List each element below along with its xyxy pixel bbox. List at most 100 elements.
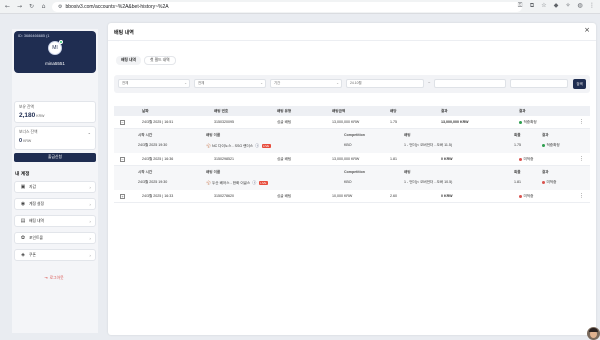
menu-kebab-icon[interactable]: ⋮ — [588, 2, 596, 10]
menu-item-bet-history[interactable]: ▤ 배팅 내역 › — [14, 215, 96, 227]
bonus-card[interactable]: 보너스 잔액 ⌄ 0KRW — [14, 126, 96, 150]
user-settings-icon: ◉ — [20, 201, 26, 207]
balance-value: 2,180 — [19, 112, 36, 119]
forward-icon[interactable]: → — [15, 2, 24, 11]
extension-icon[interactable]: ◆ — [552, 2, 560, 10]
date-from-value: 24.10월 — [350, 81, 362, 85]
period-select[interactable]: 기간 ⌄ — [270, 79, 342, 88]
logout-icon: ⇥ — [44, 275, 48, 280]
filter-select-1[interactable]: 전체 ⌄ — [118, 79, 190, 88]
col-status: 결과 — [519, 109, 526, 113]
tab-bar: 배팅 내역 첫 필드 내역 — [116, 56, 176, 65]
close-icon[interactable]: × — [584, 26, 590, 34]
back-icon[interactable]: ← — [3, 2, 12, 11]
bookmark-star-icon[interactable]: ☆ — [540, 2, 548, 10]
more-icon[interactable]: ⋮ — [579, 190, 584, 203]
row-odds: 1.81 — [390, 157, 397, 161]
tab-first-field-history[interactable]: 첫 필드 내역 — [144, 56, 176, 65]
date-from-field[interactable]: 24.10월 — [346, 79, 424, 88]
chevron-right-icon: › — [89, 252, 91, 258]
detail-match: ⚾NC 다이노스 - SSG 랜더스 ⓘ LIVE — [206, 140, 271, 152]
reload-icon[interactable]: ↻ — [27, 2, 36, 11]
status-dot — [542, 143, 545, 147]
keyword-input[interactable] — [510, 79, 568, 88]
site-info-icon[interactable]: ⚙ — [58, 4, 62, 10]
row-amount: 13,000,000 KRW — [332, 120, 360, 124]
table-header: 날짜 배팅 번호 배팅 유형 배팅금액 배당 결과 결과 — [114, 106, 590, 116]
expand-icon[interactable]: + — [120, 194, 125, 199]
filter-select-2[interactable]: 전체 ⌄ — [194, 79, 266, 88]
search-button[interactable]: 검색 — [573, 79, 586, 89]
collapse-icon[interactable]: − — [120, 157, 125, 162]
logout-button[interactable]: ⇥ 로그아웃 — [12, 275, 98, 281]
baseball-icon: ⚾ — [206, 143, 211, 148]
home-icon[interactable]: ⌂ — [39, 2, 48, 11]
status-dot — [519, 194, 522, 198]
bet-history-table: 날짜 배팅 번호 배팅 유형 배팅금액 배당 결과 결과 − 24/3월 202… — [114, 106, 590, 203]
detail-col-competition: Competition — [344, 133, 365, 137]
chevron-right-icon: › — [89, 201, 91, 207]
withdraw-button[interactable]: 출금신청 — [14, 153, 96, 162]
username: mina5551 — [45, 61, 65, 66]
detail-header: 시작 시간 배팅 이름 Competition 배팅 확률 결과 — [114, 168, 590, 177]
detail-row: 24/3월 2025 19:30 ⚾두산 베어스 - 한화 이글스 ⓘ LIVE K… — [114, 177, 590, 188]
filter-bar: 전체 ⌄ 전체 ⌄ 기간 ⌄ 24.10월 ~ 검색 — [114, 75, 590, 93]
detail-row: 24/3월 2025 19:30 ⚾NC 다이노스 - SSG 랜더스 ⓘ LIVE… — [114, 140, 590, 151]
more-icon[interactable]: ⋮ — [579, 116, 584, 129]
table-row[interactable]: − 24/3월 2025 | 16:36 3150298521 싱글 배팅 13… — [114, 153, 590, 166]
extensions-puzzle-icon[interactable]: ✧ — [564, 2, 572, 10]
row-payout: 0 KRW — [441, 157, 453, 161]
logout-label: 로그아웃 — [49, 275, 64, 280]
period-select-value: 기간 — [274, 81, 281, 85]
baseball-icon: ⚾ — [206, 180, 211, 185]
detail-col-time: 시작 시간 — [138, 170, 153, 174]
profile-icon[interactable]: ◍ — [576, 2, 584, 10]
detail-col-result: 결과 — [542, 133, 549, 137]
menu-item-wallet[interactable]: ▣ 지갑 › — [14, 181, 96, 193]
chevron-right-icon: › — [89, 218, 91, 224]
tab-bet-history[interactable]: 배팅 내역 — [116, 56, 142, 65]
col-bet-no: 배팅 번호 — [214, 109, 229, 113]
bet-history-panel: 배팅 내역 × 배팅 내역 첫 필드 내역 전체 ⌄ 전체 ⌄ 기간 ⌄ 24.10월… — [108, 23, 596, 335]
table-row[interactable]: − 24/3월 2025 | 16:51 3150320095 싱글 배팅 13… — [114, 116, 590, 129]
history-icon: ▤ — [20, 218, 26, 224]
translate-icon[interactable]: ⧉ — [528, 2, 536, 10]
table-row[interactable]: + 24/3월 2025 | 16:33 3150278620 싱글 배팅 10… — [114, 190, 590, 203]
bonus-label: 보너스 잔액 — [19, 130, 38, 134]
menu-item-account-settings[interactable]: ◉ 계정 설정 › — [14, 198, 96, 210]
user-id: ID: 3686466685 (1 — [18, 34, 50, 38]
online-badge — [59, 40, 63, 44]
page-title: 배팅 내역 — [114, 30, 134, 36]
row-type: 싱글 배팅 — [277, 194, 292, 198]
detail-col-prob: 확률 — [514, 170, 521, 174]
detail-status: 미적중 — [542, 177, 556, 188]
row-type: 싱글 배팅 — [277, 120, 292, 124]
date-to-field[interactable] — [434, 79, 506, 88]
col-bet-type: 배팅 유형 — [277, 109, 292, 113]
detail-status-text: 적중확정 — [546, 143, 560, 147]
menu-item-coupon[interactable]: ◈ 쿠폰 › — [14, 249, 96, 261]
detail-header: 시작 시간 배팅 이름 Competition 배팅 확률 결과 — [114, 131, 590, 140]
menu-item-label: 지갑 — [29, 184, 36, 189]
chevron-right-icon: › — [89, 184, 91, 190]
more-icon[interactable]: ⋮ — [579, 153, 584, 166]
chevron-down-icon[interactable]: ⌄ — [88, 130, 91, 135]
collapse-icon[interactable]: − — [120, 120, 125, 125]
detail-match-name: 두산 베어스 - 한화 이글스 — [211, 181, 251, 185]
detail-bet: 1 - 언더(< 오버언더 - 오버 11.5) — [404, 143, 453, 147]
key-icon[interactable]: ⚿ — [516, 2, 524, 10]
menu-item-point-mall[interactable]: ✿ 포인트몰 › — [14, 232, 96, 244]
bonus-value-line: 0KRW — [19, 138, 91, 144]
detail-match: ⚾두산 베어스 - 한화 이글스 ⓘ LIVE — [206, 177, 268, 189]
menu-item-label: 배팅 내역 — [29, 218, 45, 223]
date-separator: ~ — [428, 80, 431, 85]
menu-item-label: 쿠폰 — [29, 252, 36, 257]
detail-col-time: 시작 시간 — [138, 133, 153, 137]
address-bar[interactable]: ⚙ bbosiv3.com/accounts~%2A&bet-history~%… — [52, 2, 522, 12]
url-text[interactable]: bbosiv3.com/accounts~%2A&bet-history~%2A — [65, 4, 168, 10]
status-text: 미적중 — [523, 157, 534, 161]
detail-match-name: NC 다이노스 - SSG 랜더스 — [211, 144, 254, 148]
wallet-icon: ▣ — [20, 184, 26, 190]
row-date: 24/3월 2025 | 16:36 — [142, 157, 174, 161]
row-date: 24/3월 2025 | 16:51 — [142, 120, 174, 124]
